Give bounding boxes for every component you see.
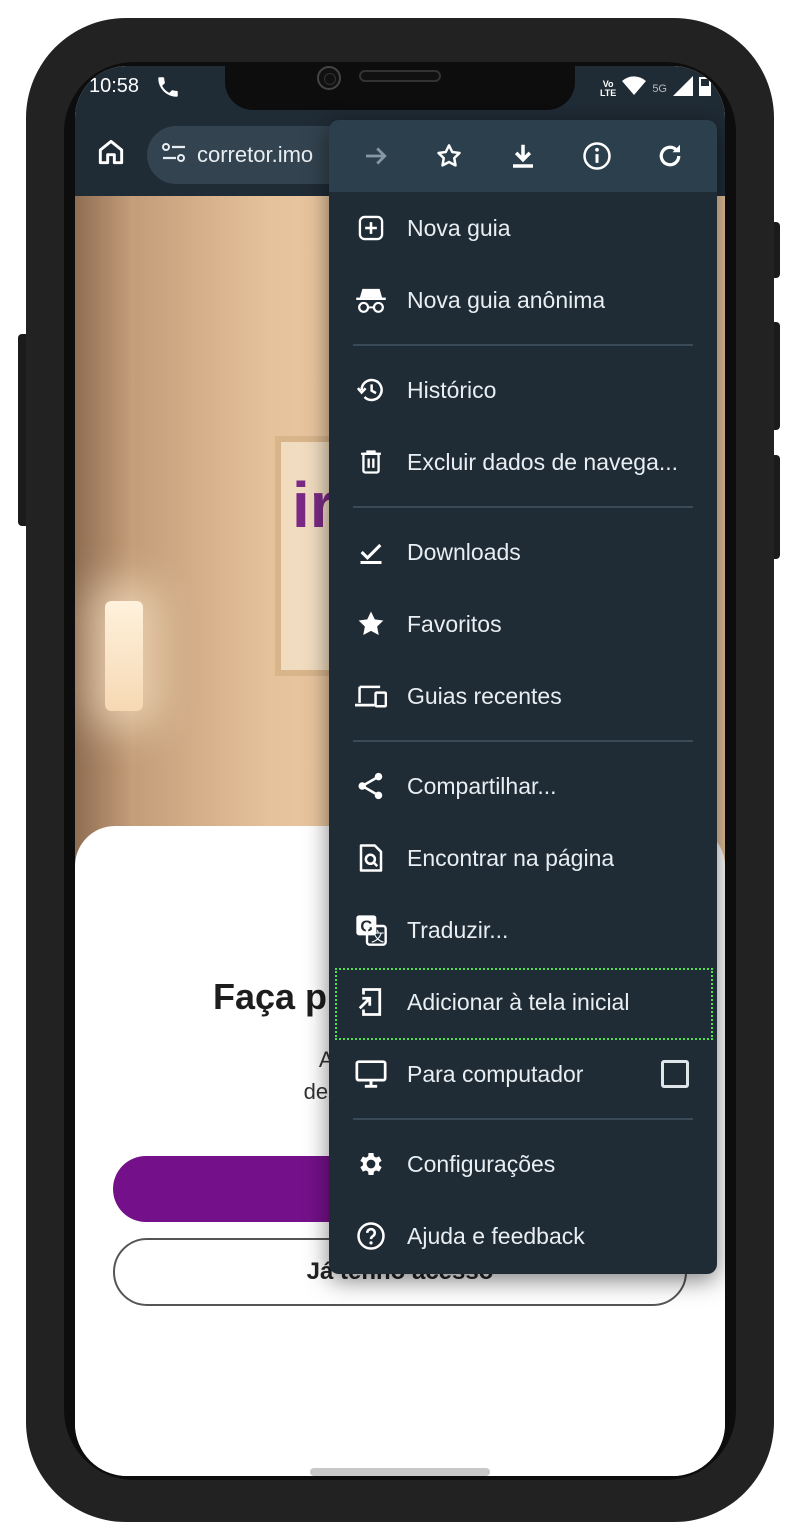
menu-item-incognito-tab[interactable]: Nova guia anônima — [329, 264, 717, 336]
menu-item-share[interactable]: Compartilhar... — [329, 750, 717, 822]
front-camera — [317, 66, 341, 90]
download-icon[interactable] — [503, 136, 543, 176]
svg-text:文: 文 — [371, 929, 384, 944]
lamp-glow — [105, 601, 143, 711]
share-icon — [355, 770, 387, 802]
menu-item-history[interactable]: Histórico — [329, 354, 717, 426]
menu-item-settings[interactable]: Configurações — [329, 1128, 717, 1200]
sheet-title: Faça p — [213, 976, 328, 1017]
url-text: corretor.imo — [197, 142, 314, 167]
volte-icon: Vo LTE — [599, 79, 617, 98]
menu-item-label: Guias recentes — [407, 682, 562, 709]
menu-action-row — [329, 120, 717, 192]
find-in-page-icon — [355, 842, 387, 874]
settings-icon — [355, 1148, 387, 1180]
star-icon — [355, 608, 387, 640]
menu-item-translate[interactable]: G文 Traduzir... — [329, 894, 717, 966]
curtain-shape — [75, 196, 135, 896]
menu-divider — [329, 336, 717, 354]
site-settings-icon[interactable] — [161, 142, 187, 169]
menu-item-label: Encontrar na página — [407, 844, 615, 871]
menu-item-downloads[interactable]: Downloads — [329, 516, 717, 588]
menu-item-label: Para computador — [407, 1060, 584, 1087]
menu-item-label: Nova guia anônima — [407, 286, 606, 313]
menu-item-label: Excluir dados de navega... — [407, 448, 679, 475]
desktop-site-checkbox[interactable] — [661, 1060, 689, 1088]
volte-bottom-text: LTE — [599, 87, 617, 98]
menu-item-label: Traduzir... — [407, 916, 509, 943]
camera-notch — [225, 66, 575, 110]
add-to-home-icon — [355, 986, 387, 1018]
menu-item-label: Adicionar à tela inicial — [407, 988, 630, 1015]
menu-item-clear-browsing-data[interactable]: Excluir dados de navega... — [329, 426, 717, 498]
reload-icon[interactable] — [650, 136, 690, 176]
menu-item-desktop-site[interactable]: Para computador — [329, 1038, 717, 1110]
network-type: 5G — [652, 82, 667, 95]
menu-item-new-tab[interactable]: Nova guia — [329, 192, 717, 264]
browser-overflow-menu: Nova guia Nova guia anônima Histórico Ex — [329, 120, 717, 1274]
home-icon[interactable] — [95, 136, 127, 173]
menu-item-bookmarks[interactable]: Favoritos — [329, 588, 717, 660]
home-indicator[interactable] — [310, 1468, 490, 1476]
menu-divider — [329, 498, 717, 516]
download-done-icon — [355, 536, 387, 568]
trash-icon — [355, 446, 387, 478]
menu-item-label: Nova guia — [407, 214, 511, 241]
forward-icon[interactable] — [356, 136, 396, 176]
menu-item-add-to-home-screen[interactable]: Adicionar à tela inicial — [329, 966, 717, 1040]
status-time: 10:58 — [89, 75, 140, 97]
devices-icon — [355, 680, 387, 712]
wifi-icon — [622, 76, 647, 101]
signal-icon — [673, 76, 693, 101]
menu-divider — [329, 732, 717, 750]
menu-item-label: Downloads — [407, 538, 521, 565]
menu-list: Nova guia Nova guia anônima Histórico Ex — [329, 192, 717, 1272]
desktop-icon — [355, 1058, 387, 1090]
phone-screen: 10:58 Vo LTE 5G corretor.imo ir Faça p J… — [75, 66, 725, 1476]
earpiece-speaker — [359, 70, 441, 82]
menu-item-label: Histórico — [407, 376, 497, 403]
menu-item-label: Compartilhar... — [407, 772, 557, 799]
battery-icon — [699, 76, 711, 101]
help-icon — [355, 1220, 387, 1252]
history-icon — [355, 374, 387, 406]
menu-item-find-in-page[interactable]: Encontrar na página — [329, 822, 717, 894]
menu-item-recent-tabs[interactable]: Guias recentes — [329, 660, 717, 732]
menu-item-label: Favoritos — [407, 610, 502, 637]
bookmark-star-icon[interactable] — [429, 136, 469, 176]
phone-call-icon — [155, 74, 181, 105]
plus-box-icon — [355, 212, 387, 244]
translate-icon: G文 — [355, 914, 387, 946]
menu-item-help-feedback[interactable]: Ajuda e feedback — [329, 1200, 717, 1272]
menu-item-label: Ajuda e feedback — [407, 1222, 585, 1249]
menu-item-label: Configurações — [407, 1150, 556, 1177]
status-bar: 10:58 Vo LTE 5G — [75, 66, 725, 116]
system-icons: Vo LTE 5G — [600, 76, 711, 101]
menu-divider — [329, 1110, 717, 1128]
incognito-icon — [355, 284, 387, 316]
page-info-icon[interactable] — [577, 136, 617, 176]
